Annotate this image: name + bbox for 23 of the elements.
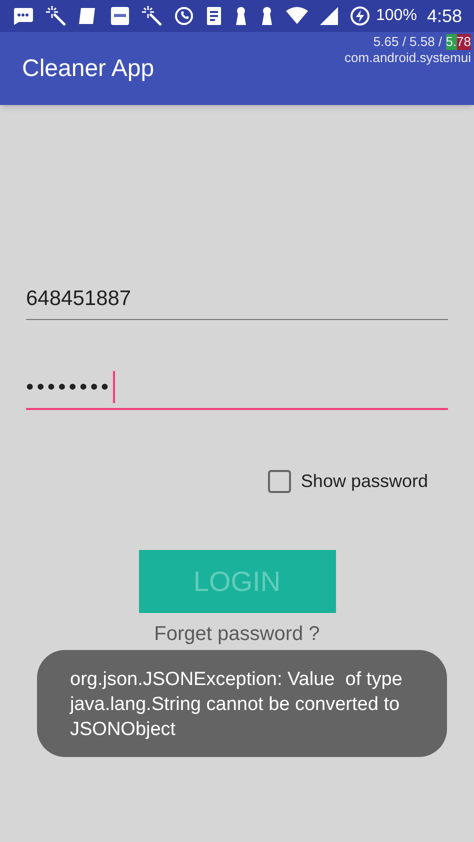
wifi-icon bbox=[286, 7, 308, 25]
battery-percent: 100% bbox=[376, 6, 417, 26]
app-badge-icon bbox=[78, 6, 98, 26]
clock-time: 4:58 bbox=[426, 4, 462, 28]
phone-bubble-icon bbox=[174, 6, 194, 26]
phone-field[interactable]: 648451887 bbox=[26, 280, 448, 320]
error-toast: org.json.JSONException: Value of type java.lang.String cannot be converted to JSONObject bbox=[37, 650, 447, 757]
wand-icon bbox=[142, 6, 162, 26]
wand-icon bbox=[46, 6, 66, 26]
document-icon bbox=[206, 6, 222, 26]
lightning-circle-icon bbox=[350, 6, 370, 26]
frame-time-readings: 5.65 / 5.58 / 5.78 bbox=[373, 34, 471, 50]
process-name: com.android.systemui bbox=[344, 50, 471, 66]
signal-icon bbox=[320, 7, 338, 25]
chat-bubble-icon bbox=[12, 7, 34, 25]
forgot-password-link[interactable]: Forget password ? bbox=[154, 619, 320, 649]
show-password-checkbox[interactable] bbox=[268, 470, 291, 493]
app-square-icon bbox=[110, 6, 130, 26]
password-field[interactable]: •••••••• bbox=[26, 370, 448, 410]
app-title: Cleaner App bbox=[22, 54, 154, 84]
keyhole-icon bbox=[260, 6, 274, 26]
show-password-label[interactable]: Show password bbox=[300, 468, 428, 495]
keyhole-icon bbox=[234, 6, 248, 26]
